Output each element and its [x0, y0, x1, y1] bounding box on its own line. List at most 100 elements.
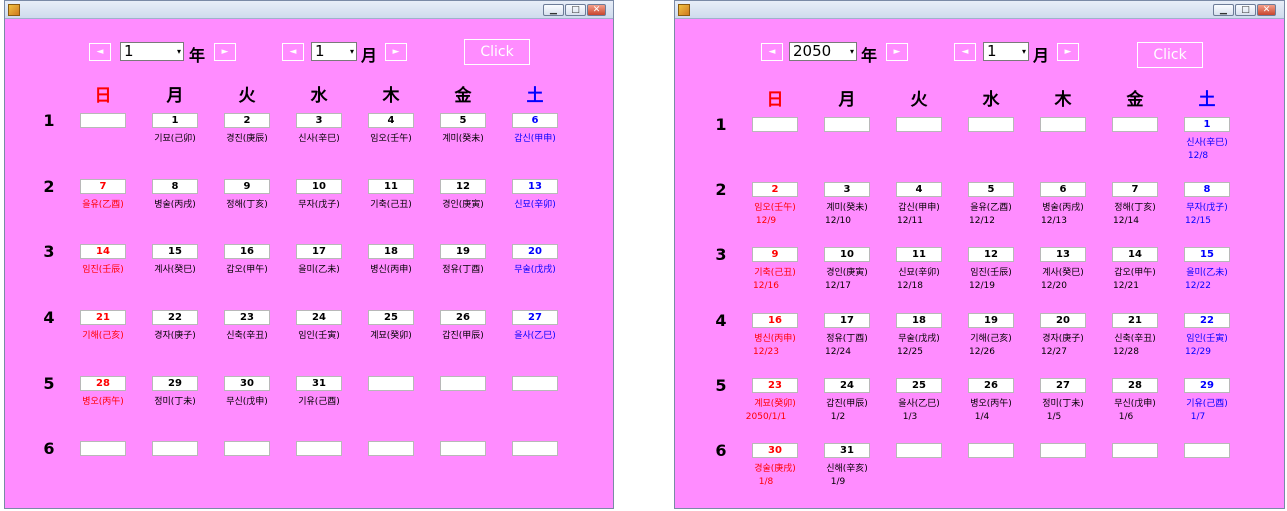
day-cell[interactable]: 16 [752, 313, 798, 328]
day-cell[interactable]: 4 [368, 113, 414, 128]
day-cell[interactable]: 20 [1040, 313, 1086, 328]
day-cell[interactable]: 30 [752, 443, 798, 458]
day-cell[interactable]: 29 [152, 376, 198, 391]
day-cell[interactable]: 2 [752, 182, 798, 197]
day-cell[interactable]: 15 [1184, 247, 1230, 262]
day-cell[interactable] [1184, 443, 1230, 458]
day-cell[interactable]: 7 [1112, 182, 1158, 197]
day-cell[interactable]: 14 [1112, 247, 1158, 262]
day-cell[interactable] [152, 441, 198, 456]
day-cell[interactable]: 4 [896, 182, 942, 197]
day-cell[interactable] [296, 441, 342, 456]
day-cell[interactable]: 11 [896, 247, 942, 262]
day-cell[interactable]: 6 [1040, 182, 1086, 197]
day-cell[interactable]: 30 [224, 376, 270, 391]
day-cell[interactable]: 26 [440, 310, 486, 325]
day-cell[interactable]: 1 [1184, 117, 1230, 132]
day-cell[interactable]: 11 [368, 179, 414, 194]
click-button[interactable]: Click [464, 39, 530, 65]
day-cell[interactable] [440, 441, 486, 456]
day-cell[interactable]: 19 [440, 244, 486, 259]
day-cell[interactable]: 5 [440, 113, 486, 128]
day-cell[interactable]: 24 [296, 310, 342, 325]
day-cell[interactable]: 17 [824, 313, 870, 328]
minimize-button[interactable]: ▁ [1213, 4, 1234, 16]
day-cell[interactable] [1112, 117, 1158, 132]
next-month-button[interactable]: ► [1057, 43, 1079, 61]
day-cell[interactable]: 20 [512, 244, 558, 259]
next-year-button[interactable]: ► [886, 43, 908, 61]
day-cell[interactable]: 1 [152, 113, 198, 128]
day-cell[interactable]: 17 [296, 244, 342, 259]
day-cell[interactable] [80, 113, 126, 128]
close-button[interactable]: ✕ [587, 4, 606, 16]
prev-year-button[interactable]: ◄ [761, 43, 783, 61]
day-cell[interactable]: 6 [512, 113, 558, 128]
day-cell[interactable]: 3 [296, 113, 342, 128]
day-cell[interactable] [1112, 443, 1158, 458]
day-cell[interactable]: 8 [152, 179, 198, 194]
day-cell[interactable]: 27 [1040, 378, 1086, 393]
day-cell[interactable]: 28 [80, 376, 126, 391]
day-cell[interactable]: 31 [824, 443, 870, 458]
day-cell[interactable]: 12 [440, 179, 486, 194]
day-cell[interactable] [368, 441, 414, 456]
day-cell[interactable]: 13 [512, 179, 558, 194]
maximize-button[interactable]: □ [565, 4, 586, 16]
next-year-button[interactable]: ► [214, 43, 236, 61]
day-cell[interactable]: 25 [368, 310, 414, 325]
day-cell[interactable] [224, 441, 270, 456]
day-cell[interactable] [368, 376, 414, 391]
day-cell[interactable]: 28 [1112, 378, 1158, 393]
year-select[interactable]: 2050 ▾ [789, 42, 857, 61]
day-cell[interactable]: 10 [296, 179, 342, 194]
day-cell[interactable] [1040, 443, 1086, 458]
day-cell[interactable]: 16 [224, 244, 270, 259]
day-cell[interactable]: 27 [512, 310, 558, 325]
day-cell[interactable]: 15 [152, 244, 198, 259]
day-cell[interactable] [80, 441, 126, 456]
day-cell[interactable]: 26 [968, 378, 1014, 393]
day-cell[interactable] [440, 376, 486, 391]
day-cell[interactable]: 25 [896, 378, 942, 393]
prev-month-button[interactable]: ◄ [954, 43, 976, 61]
prev-year-button[interactable]: ◄ [89, 43, 111, 61]
day-cell[interactable]: 18 [368, 244, 414, 259]
day-cell[interactable]: 22 [152, 310, 198, 325]
day-cell[interactable]: 2 [224, 113, 270, 128]
day-cell[interactable]: 23 [752, 378, 798, 393]
day-cell[interactable]: 19 [968, 313, 1014, 328]
day-cell[interactable]: 24 [824, 378, 870, 393]
click-button[interactable]: Click [1137, 42, 1203, 68]
day-cell[interactable]: 29 [1184, 378, 1230, 393]
day-cell[interactable] [824, 117, 870, 132]
day-cell[interactable]: 13 [1040, 247, 1086, 262]
day-cell[interactable]: 12 [968, 247, 1014, 262]
day-cell[interactable]: 23 [224, 310, 270, 325]
day-cell[interactable] [968, 443, 1014, 458]
day-cell[interactable] [896, 443, 942, 458]
year-select[interactable]: 1 ▾ [120, 42, 184, 61]
day-cell[interactable]: 5 [968, 182, 1014, 197]
day-cell[interactable] [896, 117, 942, 132]
day-cell[interactable]: 21 [80, 310, 126, 325]
day-cell[interactable]: 9 [224, 179, 270, 194]
day-cell[interactable]: 14 [80, 244, 126, 259]
day-cell[interactable]: 31 [296, 376, 342, 391]
maximize-button[interactable]: □ [1235, 4, 1256, 16]
day-cell[interactable] [752, 117, 798, 132]
day-cell[interactable] [1040, 117, 1086, 132]
minimize-button[interactable]: ▁ [543, 4, 564, 16]
day-cell[interactable]: 9 [752, 247, 798, 262]
day-cell[interactable] [968, 117, 1014, 132]
day-cell[interactable] [512, 441, 558, 456]
month-select[interactable]: 1 ▾ [983, 42, 1029, 61]
month-select[interactable]: 1 ▾ [311, 42, 357, 61]
day-cell[interactable]: 21 [1112, 313, 1158, 328]
day-cell[interactable]: 10 [824, 247, 870, 262]
day-cell[interactable] [512, 376, 558, 391]
day-cell[interactable]: 3 [824, 182, 870, 197]
day-cell[interactable]: 7 [80, 179, 126, 194]
next-month-button[interactable]: ► [385, 43, 407, 61]
day-cell[interactable]: 22 [1184, 313, 1230, 328]
